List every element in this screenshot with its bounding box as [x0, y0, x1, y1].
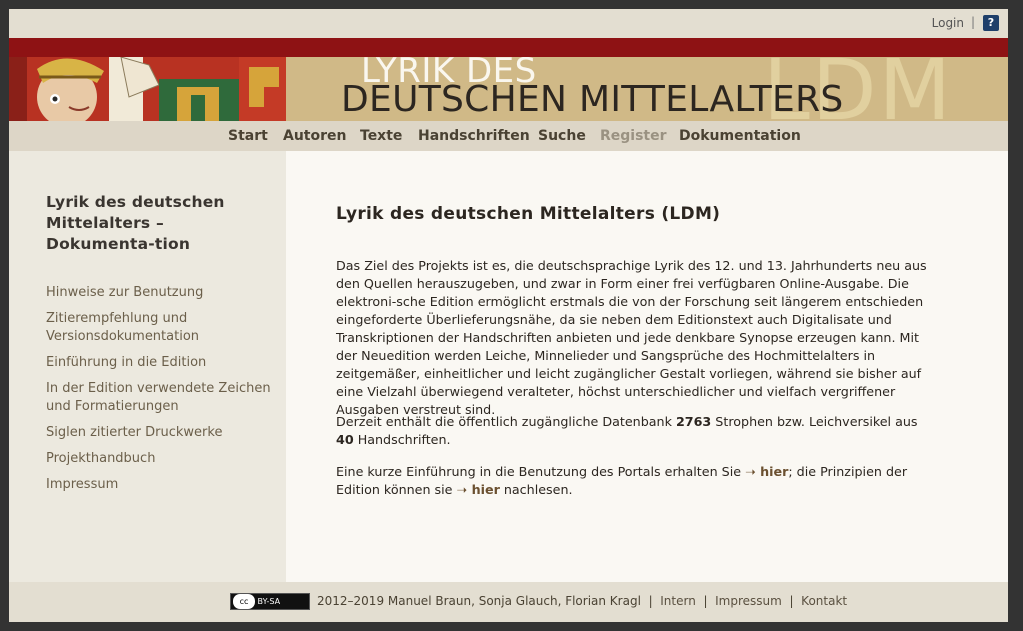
footer-link-kontakt[interactable]: Kontakt: [801, 594, 847, 608]
cc-by-sa-badge[interactable]: cc BY-SA: [230, 593, 310, 610]
edition-principles-link[interactable]: ➝ hier: [457, 482, 500, 497]
page-frame: Login | ? LDM LYRIK DES DEUTSCHEN MITTEL…: [9, 9, 1008, 622]
cc-icon: cc: [233, 594, 255, 609]
nav-start[interactable]: Start: [228, 128, 268, 144]
sidebar-link-siglen[interactable]: Siglen zitierter Druckwerke: [46, 424, 276, 442]
login-link[interactable]: Login: [932, 16, 964, 30]
page-title: Lyrik des deutschen Mittelalters (LDM): [336, 204, 721, 224]
sidebar-link-impressum[interactable]: Impressum: [46, 476, 276, 494]
stats-text-a: Derzeit enthält die öffentlich zugänglic…: [336, 414, 676, 429]
sidebar-title: Lyrik des deutschen Mittelalters – Dokum…: [46, 193, 225, 253]
site-title-line2: DEUTSCHEN MITTELALTERS: [341, 79, 844, 120]
sidebar-link-zitierempfehlung[interactable]: Zitierempfehlung und Versionsdokumentati…: [46, 310, 206, 346]
database-stats-paragraph: Derzeit enthält die öffentlich zugänglic…: [336, 413, 936, 449]
intro-paragraph: Das Ziel des Projekts ist es, die deutsc…: [336, 258, 927, 417]
nav-texte[interactable]: Texte: [360, 128, 402, 144]
sidebar-link-projekthandbuch[interactable]: Projekthandbuch: [46, 450, 276, 468]
sidebar: Lyrik des deutschen Mittelalters – Dokum…: [9, 151, 286, 582]
footer: cc BY-SA 2012–2019 Manuel Braun, Sonja G…: [9, 582, 1008, 622]
stats-text-b: Strophen bzw. Leichversikel aus: [711, 414, 918, 429]
nav-register[interactable]: Register: [600, 128, 667, 144]
sidebar-link-zeichen[interactable]: In der Edition verwendete Zeichen und Fo…: [46, 380, 271, 416]
sidebar-link-einfuehrung[interactable]: Einführung in die Edition: [46, 354, 276, 372]
footer-link-intern[interactable]: Intern: [660, 594, 696, 608]
guide-paragraph: Eine kurze Einführung in die Benutzung d…: [336, 463, 936, 499]
guide-text-a: Eine kurze Einführung in die Benutzung d…: [336, 464, 746, 479]
site-banner[interactable]: LDM LYRIK DES DEUTSCHEN MITTELALTERS: [9, 57, 1008, 121]
main-navigation: Start Autoren Texte Handschriften Suche …: [9, 121, 1008, 151]
footer-link-impressum[interactable]: Impressum: [715, 594, 782, 608]
sidebar-link-hinweise[interactable]: Hinweise zur Benutzung: [46, 284, 276, 302]
footer-separator: |: [648, 594, 653, 608]
footer-separator: |: [703, 594, 708, 608]
main-content: Lyrik des deutschen Mittelalters (LDM) D…: [286, 151, 1008, 582]
footer-text: 2012–2019 Manuel Braun, Sonja Glauch, Fl…: [317, 594, 847, 608]
copyright-text: 2012–2019 Manuel Braun, Sonja Glauch, Fl…: [317, 594, 641, 608]
top-separator: |: [970, 15, 975, 29]
stats-text-c: Handschriften.: [353, 432, 451, 447]
nav-autoren[interactable]: Autoren: [283, 128, 346, 144]
usage-guide-link[interactable]: ➝ hier: [745, 464, 788, 479]
footer-separator: |: [789, 594, 794, 608]
cc-license-label: BY-SA: [257, 597, 281, 606]
nav-suche[interactable]: Suche: [538, 128, 586, 144]
help-button[interactable]: ?: [983, 15, 999, 31]
manuscript-miniature-image: [9, 57, 286, 121]
top-bar: Login | ?: [9, 9, 1008, 38]
manuscripts-count: 40: [336, 432, 354, 447]
strophes-count: 2763: [675, 414, 712, 429]
nav-handschriften[interactable]: Handschriften: [418, 128, 530, 144]
nav-dokumentation[interactable]: Dokumentation: [679, 128, 801, 144]
guide-text-c: nachlesen.: [499, 482, 573, 497]
header-red-band: [9, 38, 1008, 57]
